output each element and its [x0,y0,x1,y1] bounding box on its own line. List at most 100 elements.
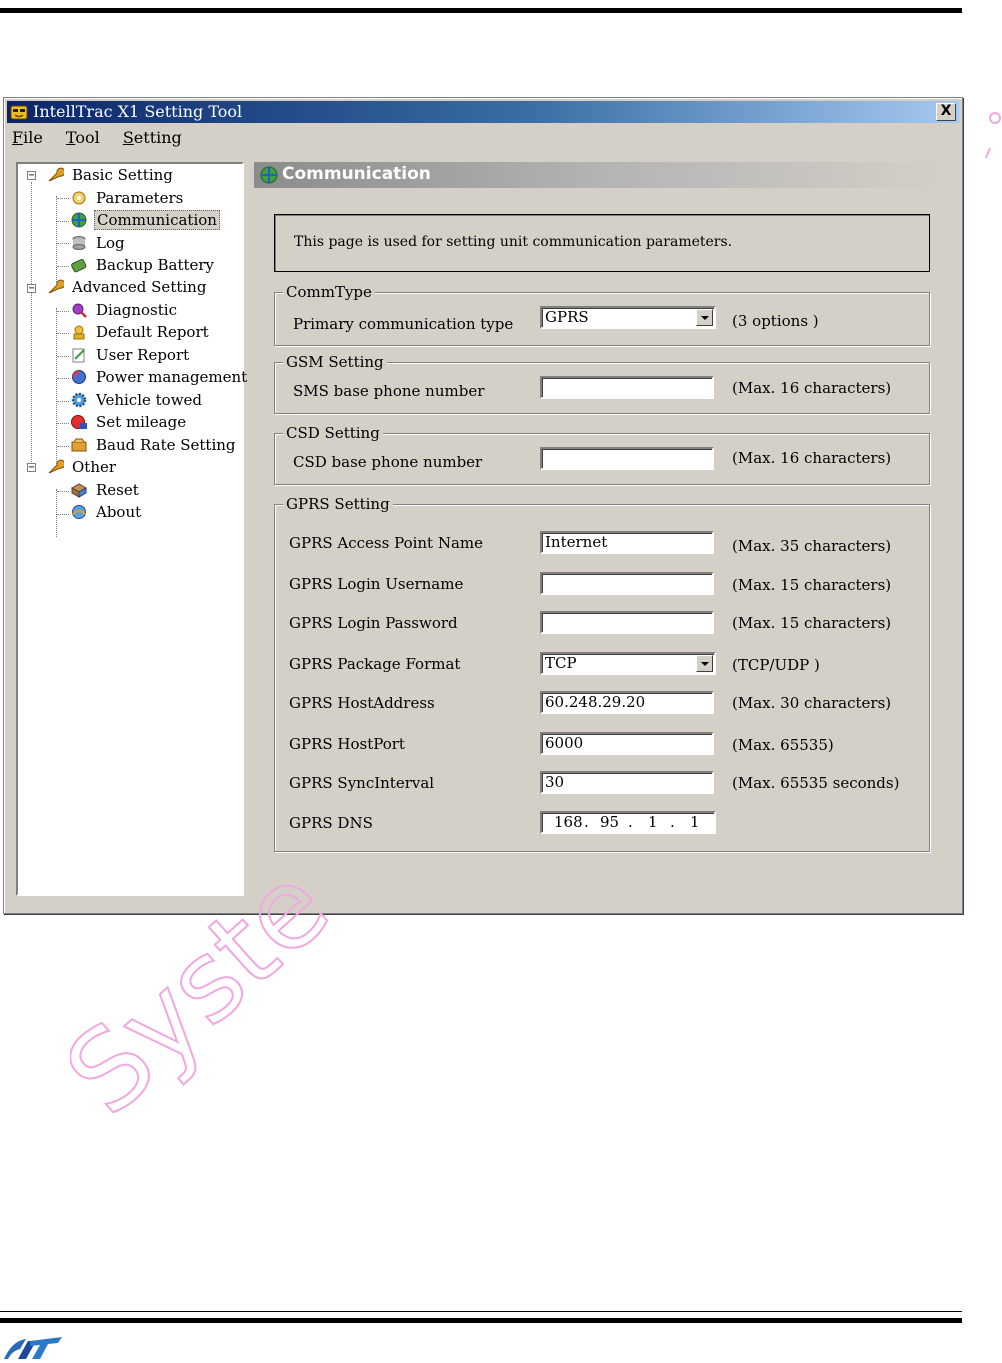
gprs-username-label: GPRS Login Username [289,575,464,593]
baud-rate-icon [71,438,87,452]
tree-line [57,514,69,515]
gprs-legend: GPRS Setting [283,494,393,514]
watermark: Syste [70,880,354,1140]
tree-line [31,182,32,464]
gprs-group: GPRS Setting [274,494,930,852]
gprs-password-input[interactable] [540,611,714,634]
gear-icon [71,392,87,408]
window-title: IntellTrac X1 Setting Tool [33,102,243,121]
tree-line [57,333,69,334]
title-bar[interactable]: IntellTrac X1 Setting Tool X [7,101,959,123]
chevron-down-icon[interactable] [696,655,713,672]
info-text: This page is used for setting unit commu… [294,234,733,250]
gprs-port-label: GPRS HostPort [289,735,405,753]
gprs-dns-input[interactable]: 168 . 95 . 1 . 1 [540,811,716,834]
watermark-text: Syste [70,880,353,1139]
bottom-rule [0,1318,962,1323]
top-rule [0,8,962,13]
dns-octet-4[interactable]: 1 [690,813,700,832]
csd-legend: CSD Setting [283,423,383,443]
gprs-apn-hint: (Max. 35 characters) [732,537,892,555]
gprs-sync-input[interactable]: 30 [540,771,714,794]
gprs-sync-label: GPRS SyncInterval [289,774,435,792]
gprs-port-input[interactable]: 6000 [540,732,714,755]
tree-line [57,378,69,379]
company-logo [4,1337,62,1359]
dns-dot: . [584,813,589,831]
settings-tree[interactable]: − Basic Setting Parameters Communication… [16,162,247,896]
gprs-host-input[interactable]: 60.248.29.20 [540,691,714,714]
csd-phone-input[interactable] [540,447,714,470]
communication-icon [71,212,87,228]
expander-basic[interactable]: − [27,171,36,181]
parameters-icon [72,191,86,205]
app-window: IntellTrac X1 Setting Tool X File Tool S… [3,97,963,914]
gsm-legend: GSM Setting [283,352,387,372]
tree-line [57,491,69,492]
close-button[interactable]: X [936,103,956,121]
tree-line [56,489,57,537]
commtype-hint: (3 options ) [732,312,819,330]
gprs-port-hint: (Max. 65535) [732,736,834,754]
dns-octet-2[interactable]: 95 [600,813,619,832]
tree-line [57,266,69,267]
commtype-label: Primary communication type [293,315,514,333]
wrench-icon [48,459,64,474]
communication-icon [260,166,278,184]
tree-line [57,401,69,402]
expander-other[interactable]: − [27,463,36,473]
gprs-username-hint: (Max. 15 characters) [732,576,892,594]
dns-octet-3[interactable]: 1 [648,813,658,832]
tree-line [57,446,69,447]
diagnostic-icon [72,303,87,318]
gprs-host-label: GPRS HostAddress [289,694,435,712]
gprs-apn-input[interactable]: Internet [540,531,714,554]
panel-title: Communication [282,164,431,184]
report-icon [73,325,85,340]
csd-phone-hint: (Max. 16 characters) [732,449,892,467]
tree-line [57,221,69,222]
close-icon: X [940,103,952,119]
tree-line [57,311,69,312]
chevron-down-icon[interactable] [696,309,713,326]
sms-phone-label: SMS base phone number [293,382,485,400]
dns-dot: . [670,813,675,831]
sms-phone-input[interactable] [540,376,714,399]
menu-tool[interactable]: Tool [64,126,102,149]
commtype-legend: CommType [283,282,375,302]
tree-line [56,196,57,288]
log-icon [72,236,86,250]
commtype-value: GPRS [545,308,589,326]
reset-icon [70,483,88,498]
gprs-sync-hint: (Max. 65535 seconds) [732,774,900,792]
menu-bar: File Tool Setting [10,126,198,150]
dns-octet-1[interactable]: 168 [554,813,583,832]
wrench-icon [48,279,64,294]
bottom-rule-thin [0,1311,962,1312]
gprs-format-hint: (TCP/UDP ) [732,656,820,674]
mileage-icon [71,415,87,429]
tree-line [57,356,69,357]
menu-file[interactable]: File [10,126,45,149]
tree-line [57,243,69,244]
commtype-select[interactable]: GPRS [540,306,716,329]
sms-phone-hint: (Max. 16 characters) [732,379,892,397]
app-icon [10,105,28,120]
about-icon [72,505,86,519]
panel-header: Communication [254,162,948,188]
expander-advanced[interactable]: − [27,284,36,294]
gprs-format-select[interactable]: TCP [540,652,716,675]
gprs-apn-label: GPRS Access Point Name [289,534,484,552]
tree-line [56,308,57,468]
gprs-dns-label: GPRS DNS [289,814,373,832]
power-icon [72,370,86,384]
menu-setting[interactable]: Setting [121,126,184,149]
gprs-password-hint: (Max. 15 characters) [732,614,892,632]
dns-dot: . [628,813,633,831]
gprs-username-input[interactable] [540,572,714,595]
gprs-format-value: TCP [545,654,577,672]
csd-phone-label: CSD base phone number [293,453,483,471]
watermark-fragment [985,112,1001,159]
gprs-format-label: GPRS Package Format [289,655,461,673]
tree-line [57,198,69,199]
